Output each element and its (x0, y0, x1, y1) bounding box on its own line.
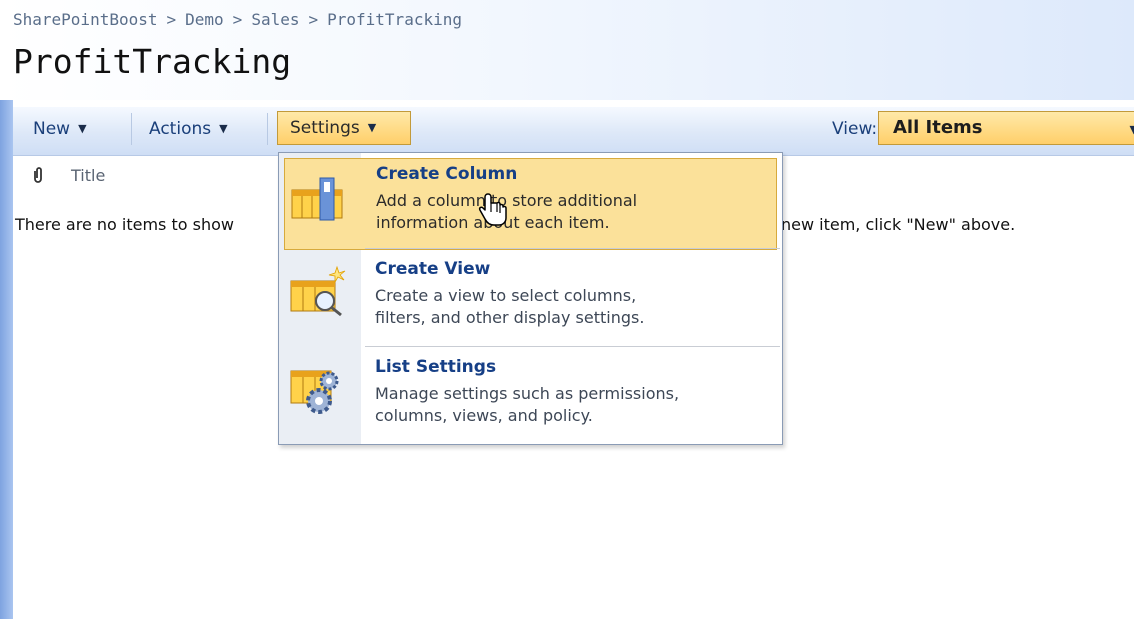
chevron-down-icon: ▼ (219, 122, 228, 135)
create-column-icon (291, 177, 343, 221)
menu-item-description-line: filters, and other display settings. (375, 308, 645, 327)
menu-item-description: Create a view to select columns, filters… (375, 285, 644, 329)
settings-menu-button[interactable]: Settings ▼ (277, 111, 411, 145)
column-header-title[interactable]: Title (71, 166, 105, 185)
menu-item-description-line: Create a view to select columns, (375, 286, 637, 305)
view-selector-value: All Items (893, 117, 983, 138)
actions-menu-button[interactable]: Actions ▼ (149, 113, 228, 145)
settings-dropdown-menu: Create Column Add a column to store addi… (278, 152, 783, 445)
menu-item-create-column[interactable]: Create Column Add a column to store addi… (284, 158, 777, 250)
left-nav-strip (0, 100, 13, 619)
breadcrumb: SharePointBoost > Demo > Sales > ProfitTrackin… (13, 10, 462, 29)
breadcrumb-separator: > (308, 10, 319, 29)
chevron-down-icon: ▼ (78, 122, 87, 135)
toolbar-divider (267, 113, 268, 145)
menu-item-title: Create View (375, 259, 491, 279)
menu-item-title: List Settings (375, 357, 497, 377)
actions-button-label: Actions (149, 119, 212, 139)
toolbar-divider (131, 113, 132, 145)
empty-list-message-tail: new item, click "New" above. (781, 215, 1016, 234)
menu-item-title: Create Column (376, 164, 518, 184)
view-label: View: (832, 119, 878, 139)
chevron-down-icon: ▼ (367, 121, 377, 134)
breadcrumb-separator: > (166, 10, 177, 29)
list-toolbar: New ▼ Actions ▼ Settings ▼ View: All Items … (13, 107, 1134, 156)
breadcrumb-item-sales[interactable]: Sales (251, 10, 299, 29)
breadcrumb-separator: > (232, 10, 243, 29)
view-selector[interactable]: All Items ▼ (878, 111, 1134, 145)
attachment-icon (34, 167, 42, 183)
breadcrumb-item-site[interactable]: SharePointBoost (13, 10, 158, 29)
menu-item-description: Manage settings such as permissions, col… (375, 383, 679, 427)
breadcrumb-item-current: ProfitTracking (327, 10, 462, 29)
menu-item-list-settings[interactable]: List Settings Manage settings such as pe… (279, 347, 782, 440)
empty-list-message: There are no items to show (15, 215, 234, 234)
chevron-down-icon: ▼ (1129, 123, 1134, 136)
menu-item-description-line: Manage settings such as permissions, (375, 384, 680, 403)
breadcrumb-item-demo[interactable]: Demo (185, 10, 224, 29)
settings-button-label: Settings (290, 118, 360, 138)
menu-item-create-view[interactable]: Create View Create a view to select colu… (279, 249, 782, 342)
new-menu-button[interactable]: New ▼ (33, 113, 87, 145)
new-button-label: New (33, 119, 71, 139)
hand-pointer-cursor-icon (478, 193, 507, 226)
page-title: ProfitTracking (13, 42, 292, 81)
menu-item-description-line: columns, views, and policy. (375, 406, 593, 425)
list-settings-icon (290, 370, 339, 414)
create-view-icon (290, 265, 346, 317)
